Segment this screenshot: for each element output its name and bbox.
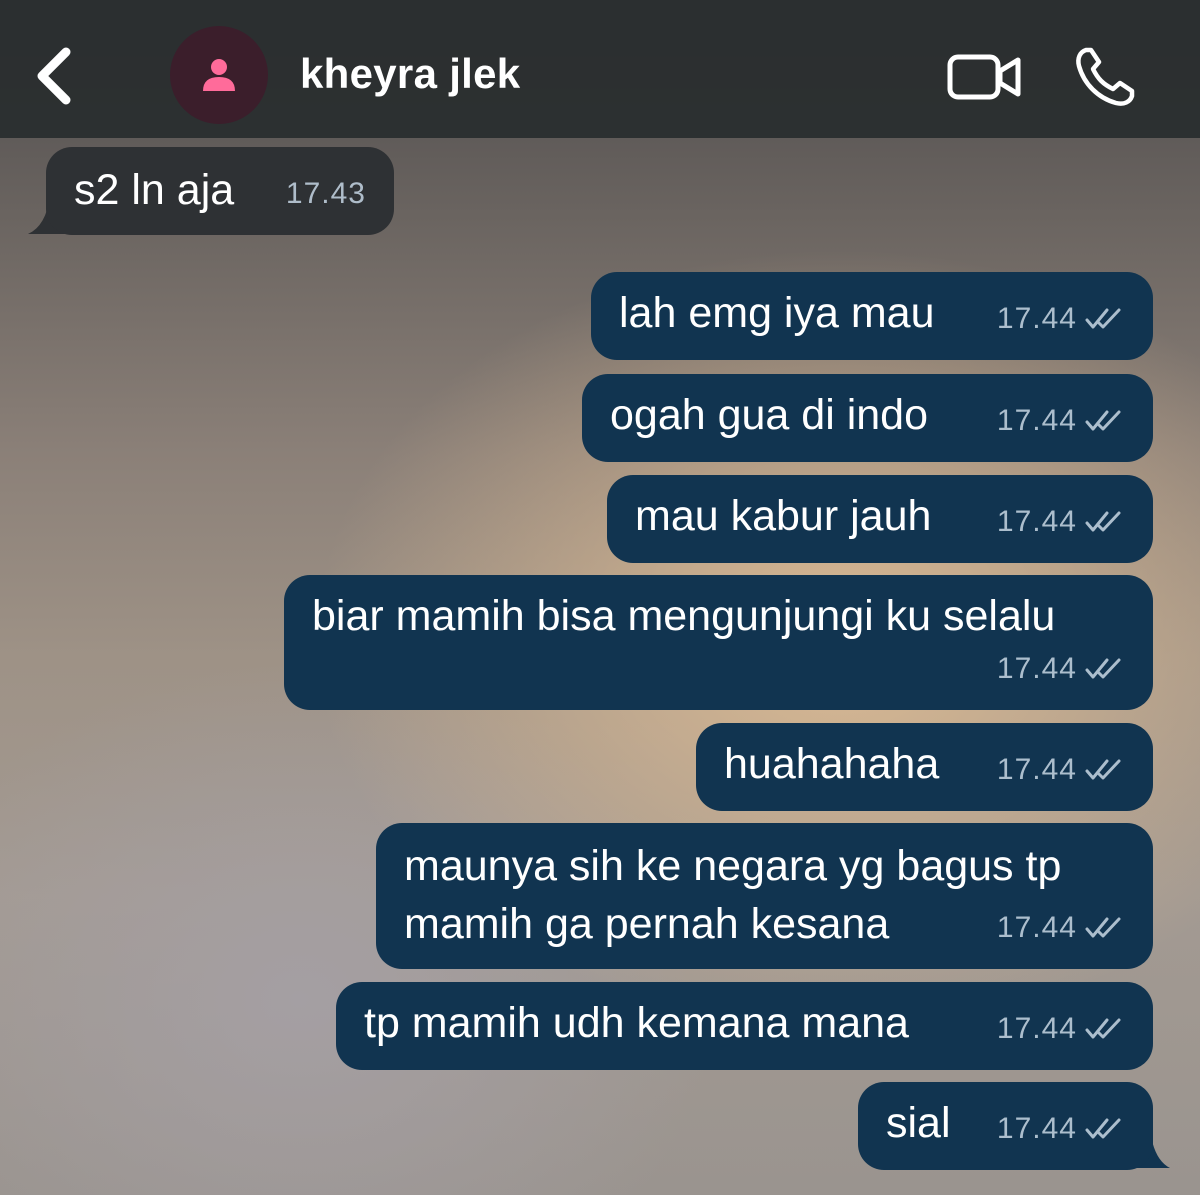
message-time: 17.44 [996,911,1077,944]
message-bubble-outgoing[interactable]: sial 17.44 [858,1082,1153,1170]
message-time: 17.44 [996,404,1077,437]
message-time: 17.43 [285,177,366,210]
message-meta: 17.44 [997,290,1125,348]
message-text-line-2: mamih ga pernah kesana [404,900,890,948]
message-time: 17.44 [996,505,1077,538]
message-meta: 17.44 [997,1100,1125,1158]
message-bubble-outgoing[interactable]: lah emg iya mau 17.44 [591,272,1153,360]
message-time: 17.44 [996,1112,1077,1145]
chat-header: kheyra jlek [0,0,1200,138]
phone-icon[interactable] [1072,44,1138,110]
message-text: biar mamih bisa mengunjungi ku selalu [312,592,1056,640]
message-bubble-outgoing[interactable]: maunya sih ke negara yg bagus tp mamih g… [376,823,1153,969]
message-bubble-outgoing[interactable]: tp mamih udh kemana mana 17.44 [336,982,1153,1070]
message-time: 17.44 [996,652,1077,685]
contact-name[interactable]: kheyra jlek [300,50,520,98]
video-camera-icon[interactable] [946,52,1022,102]
message-time: 17.44 [996,1012,1077,1045]
message-text: s2 ln aja [74,166,235,214]
message-meta: 17.44 [997,640,1125,698]
avatar[interactable] [170,26,268,124]
double-check-icon [1085,410,1121,431]
message-bubble-outgoing[interactable]: biar mamih bisa mengunjungi ku selalu 17… [284,575,1153,710]
message-bubble-outgoing[interactable]: huahahaha 17.44 [696,723,1153,811]
back-chevron-icon [37,47,71,105]
double-check-icon [1085,308,1121,329]
double-check-icon [1085,1118,1121,1139]
message-text-line-1: maunya sih ke negara yg bagus tp [404,842,1062,890]
double-check-icon [1085,759,1121,780]
message-time: 17.44 [996,753,1077,786]
message-text: lah emg iya mau [619,289,935,337]
message-meta: 17.44 [997,493,1125,551]
double-check-icon [1085,1018,1121,1039]
message-bubble-outgoing[interactable]: mau kabur jauh 17.44 [607,475,1153,563]
message-bubble-outgoing[interactable]: ogah gua di indo 17.44 [582,374,1153,462]
back-button[interactable] [28,44,84,108]
message-text: tp mamih udh kemana mana [364,999,909,1047]
message-meta: 17.44 [997,1000,1125,1058]
double-check-icon [1085,658,1121,679]
person-icon [203,59,235,91]
message-text: sial [886,1099,951,1147]
message-time: 17.44 [996,302,1077,335]
double-check-icon [1085,511,1121,532]
message-text: huahahaha [724,740,940,788]
message-text: ogah gua di indo [610,391,929,439]
message-meta: 17.44 [997,392,1125,450]
double-check-icon [1085,917,1121,938]
message-meta: 17.44 [997,741,1125,799]
message-text: mau kabur jauh [635,492,932,540]
message-meta: 17.44 [997,899,1125,957]
message-bubble-incoming[interactable]: s2 ln aja 17.43 [46,147,394,235]
